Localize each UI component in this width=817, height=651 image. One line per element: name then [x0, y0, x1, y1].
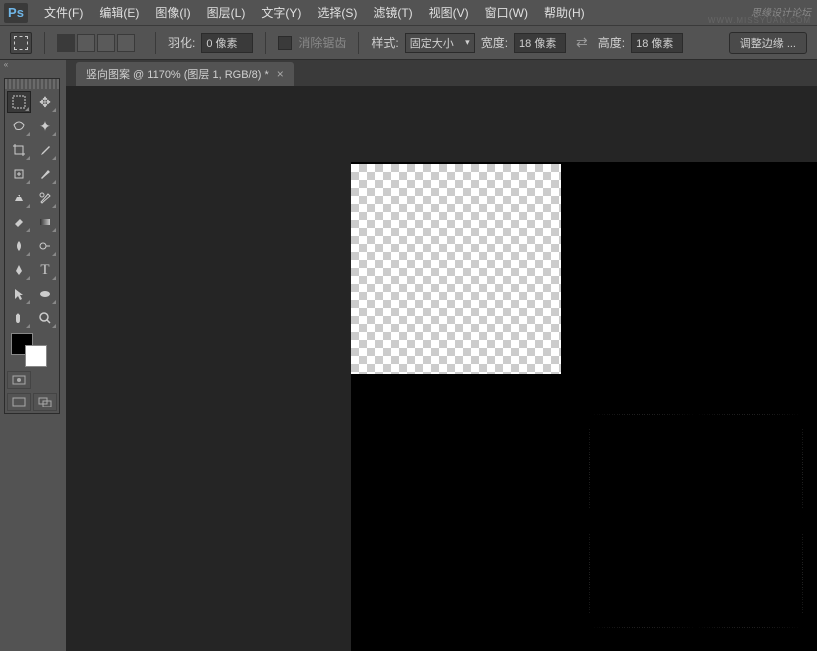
eyedropper-tool-icon[interactable] [33, 139, 57, 161]
shape-tool-icon[interactable] [33, 283, 57, 305]
menu-window[interactable]: 窗口(W) [477, 0, 536, 25]
divider [155, 32, 156, 54]
brush-tool-icon[interactable] [33, 163, 57, 185]
menu-help[interactable]: 帮助(H) [536, 0, 593, 25]
selection-add-icon[interactable] [77, 34, 95, 52]
background-color-swatch[interactable] [25, 345, 47, 367]
selection-new-icon[interactable] [57, 34, 75, 52]
width-input[interactable] [514, 33, 566, 53]
healing-brush-tool-icon[interactable] [7, 163, 31, 185]
menu-type[interactable]: 文字(Y) [253, 0, 309, 25]
marquee-tool-icon[interactable] [7, 91, 31, 113]
height-input[interactable] [631, 33, 683, 53]
active-tool-icon[interactable] [10, 32, 32, 54]
options-bar: 羽化: 消除锯齿 样式: 固定大小 宽度: ⇄ 高度: 调整边缘 ... [0, 26, 817, 60]
screenmode2-icon[interactable] [33, 393, 57, 411]
move-tool-icon[interactable]: ✥ [33, 91, 57, 113]
hand-tool-icon[interactable] [7, 307, 31, 329]
color-swatches [5, 331, 59, 369]
divider [44, 32, 45, 54]
divider [265, 32, 266, 54]
swap-wh-icon[interactable]: ⇄ [572, 34, 592, 51]
marquee-selection[interactable] [589, 414, 803, 628]
close-tab-icon[interactable]: × [277, 67, 284, 81]
crop-tool-icon[interactable] [7, 139, 31, 161]
canvas-viewport[interactable] [66, 86, 817, 651]
document-tab-bar: 竖向图案 @ 1170% (图层 1, RGB/8) * × [66, 60, 817, 86]
eraser-tool-icon[interactable] [7, 211, 31, 233]
menu-file[interactable]: 文件(F) [36, 0, 91, 25]
magic-wand-tool-icon[interactable]: ✦ [33, 115, 57, 137]
screenmode-icon[interactable] [7, 393, 31, 411]
menu-select[interactable]: 选择(S) [309, 0, 365, 25]
collapse-handle-icon[interactable]: « [0, 60, 12, 70]
zoom-tool-icon[interactable] [33, 307, 57, 329]
lasso-tool-icon[interactable] [7, 115, 31, 137]
menu-filter[interactable]: 滤镜(T) [365, 0, 420, 25]
divider [358, 32, 359, 54]
selection-subtract-icon[interactable] [97, 34, 115, 52]
width-label: 宽度: [481, 34, 508, 51]
menu-edit[interactable]: 编辑(E) [91, 0, 147, 25]
history-brush-tool-icon[interactable] [33, 187, 57, 209]
watermark-url: WWW.MISSYUAN.COM [708, 16, 811, 25]
height-label: 高度: [598, 34, 625, 51]
selection-intersect-icon[interactable] [117, 34, 135, 52]
path-selection-tool-icon[interactable] [7, 283, 31, 305]
refine-edge-button[interactable]: 调整边缘 ... [729, 32, 807, 54]
type-tool-icon[interactable]: T [33, 259, 57, 281]
app-logo: Ps [4, 3, 28, 23]
menu-image[interactable]: 图像(I) [147, 0, 198, 25]
quickmask-icon[interactable] [7, 371, 31, 389]
pen-tool-icon[interactable] [7, 259, 31, 281]
menu-layer[interactable]: 图层(L) [199, 0, 254, 25]
document-area: 竖向图案 @ 1170% (图层 1, RGB/8) * × [66, 60, 817, 651]
selection-mode-group [57, 34, 135, 52]
feather-input[interactable] [201, 33, 253, 53]
panel-grip[interactable] [5, 79, 59, 89]
document-tab[interactable]: 竖向图案 @ 1170% (图层 1, RGB/8) * × [76, 62, 294, 86]
menu-bar: Ps 文件(F) 编辑(E) 图像(I) 图层(L) 文字(Y) 选择(S) 滤… [0, 0, 817, 26]
transparent-layer-area [351, 164, 561, 374]
feather-label: 羽化: [168, 34, 195, 51]
style-dropdown[interactable]: 固定大小 [405, 33, 475, 53]
style-label: 样式: [371, 34, 398, 51]
antialias-checkbox[interactable] [278, 36, 292, 50]
gradient-tool-icon[interactable] [33, 211, 57, 233]
antialias-label: 消除锯齿 [298, 34, 346, 51]
dodge-tool-icon[interactable] [33, 235, 57, 257]
blur-tool-icon[interactable] [7, 235, 31, 257]
tools-panel: ✥ ✦ T [4, 78, 60, 414]
menu-view[interactable]: 视图(V) [421, 0, 477, 25]
canvas[interactable] [351, 162, 817, 651]
document-tab-title: 竖向图案 @ 1170% (图层 1, RGB/8) * [86, 66, 269, 82]
clone-stamp-tool-icon[interactable] [7, 187, 31, 209]
